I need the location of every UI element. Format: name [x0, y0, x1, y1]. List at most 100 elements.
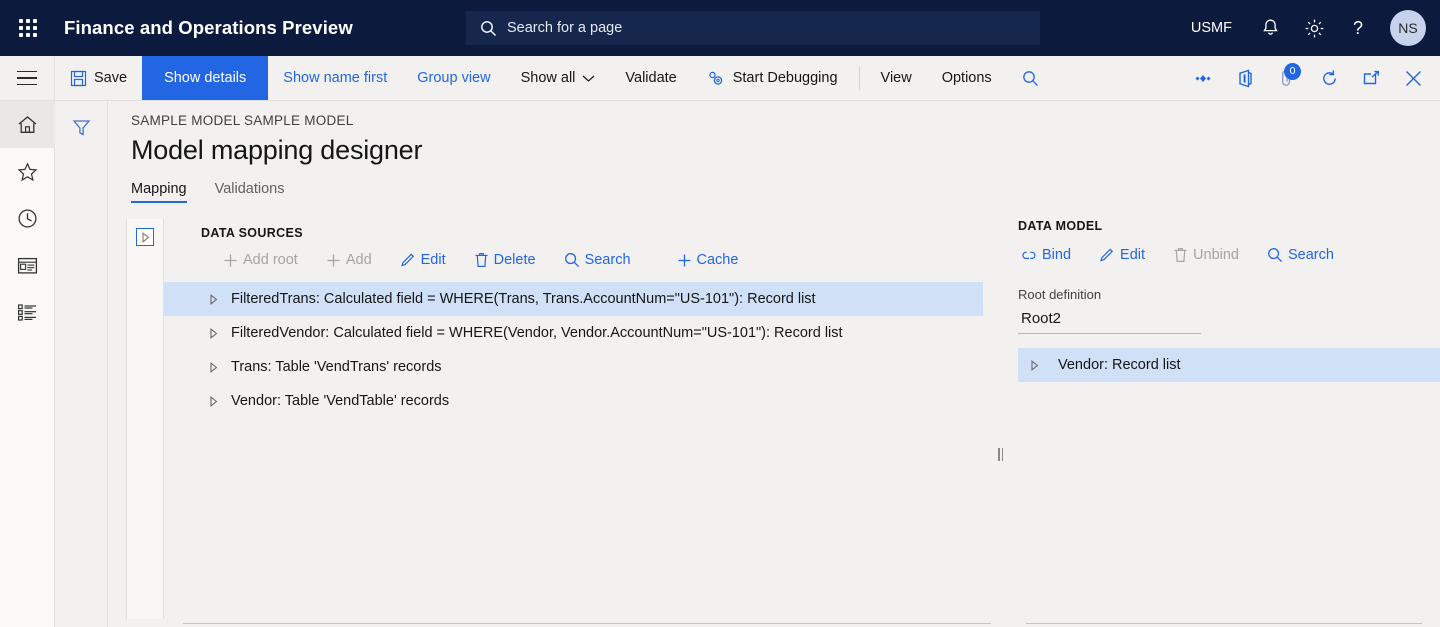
chevron-down-icon [582, 74, 595, 83]
root-definition-label: Root definition [1018, 287, 1102, 302]
plus-icon [223, 253, 238, 268]
options-menu-button[interactable]: Options [927, 56, 1007, 100]
help-question-icon[interactable]: ? [1336, 0, 1380, 56]
breadcrumb: SAMPLE MODEL SAMPLE MODEL [131, 113, 354, 128]
data-sources-toolbar: Add root Add Edit Delete Search Cache [164, 240, 983, 281]
show-name-first-button[interactable]: Show name first [268, 56, 402, 100]
search-icon [480, 20, 497, 37]
page-title: Model mapping designer [131, 135, 423, 165]
delete-button[interactable]: Delete [460, 250, 550, 270]
navigation-rail [0, 101, 55, 627]
data-model-node-label: Vendor: Record list [1058, 357, 1181, 373]
sidebar-item-home[interactable] [0, 101, 55, 148]
edit-button[interactable]: Edit [1085, 245, 1159, 265]
close-icon[interactable] [1392, 56, 1434, 101]
hamburger-menu-icon[interactable] [0, 56, 55, 100]
search-button[interactable]: Search [550, 250, 645, 270]
command-search-button[interactable] [1007, 56, 1054, 100]
page-tabs: Mapping Validations [131, 181, 1440, 203]
start-debugging-button[interactable]: Start Debugging [692, 56, 853, 100]
office-app-icon[interactable] [1224, 56, 1266, 101]
tab-validations[interactable]: Validations [215, 181, 285, 203]
show-details-button[interactable]: Show details [142, 56, 269, 100]
sidebar-item-favorites[interactable] [0, 148, 55, 195]
edit-label: Edit [420, 252, 446, 268]
pencil-icon [400, 252, 416, 268]
table-row[interactable]: FilteredTrans: Calculated field = WHERE(… [164, 282, 983, 316]
attachments-paperclip-icon[interactable]: 0 [1266, 56, 1308, 101]
sidebar-item-workspaces[interactable] [0, 242, 55, 289]
search-label: Search [584, 252, 631, 268]
add-button[interactable]: Add [312, 250, 386, 270]
unbind-button[interactable]: Unbind [1159, 245, 1253, 265]
save-button[interactable]: Save [55, 56, 142, 100]
popout-window-icon[interactable] [1350, 56, 1392, 101]
app-launcher-icon[interactable] [0, 0, 56, 56]
global-search[interactable] [466, 11, 1040, 45]
data-sources-panel: DATA SOURCES Add root Add Edit Delete Se… [126, 219, 983, 619]
data-model-panel: DATA MODEL Bind Edit Unbind Search Root … [1018, 219, 1440, 619]
data-source-label: Trans: Table 'VendTrans' records [231, 359, 442, 375]
edit-button[interactable]: Edit [386, 250, 460, 270]
group-view-button[interactable]: Group view [402, 56, 505, 100]
notifications-bell-icon[interactable] [1248, 0, 1292, 56]
data-sources-main: DATA SOURCES Add root Add Edit Delete Se… [164, 219, 983, 619]
expand-triangle-icon[interactable] [209, 293, 231, 305]
bind-link-icon [1020, 248, 1037, 263]
trash-icon [1173, 247, 1188, 263]
data-sources-collapse-column [127, 219, 164, 619]
trash-icon [474, 252, 489, 268]
sidebar-item-recent[interactable] [0, 195, 55, 242]
expand-triangle-icon[interactable] [1030, 359, 1058, 371]
settings-gear-icon[interactable] [1292, 0, 1336, 56]
edit-label: Edit [1120, 247, 1146, 263]
expand-triangle-icon[interactable] [209, 361, 231, 373]
main-content: SAMPLE MODEL SAMPLE MODEL Model mapping … [108, 101, 1440, 627]
table-row[interactable]: Trans: Table 'VendTrans' records [164, 350, 983, 384]
root-definition-input[interactable] [1018, 306, 1201, 334]
panel-splitter-grip[interactable] [998, 447, 1003, 461]
data-source-label: FilteredTrans: Calculated field = WHERE(… [231, 291, 816, 307]
command-separator [858, 66, 860, 90]
validate-button[interactable]: Validate [610, 56, 691, 100]
add-root-button[interactable]: Add root [209, 250, 312, 270]
expand-triangle-icon[interactable] [136, 228, 154, 246]
search-input[interactable] [507, 20, 1011, 36]
expand-triangle-icon[interactable] [209, 327, 231, 339]
filter-pane [55, 101, 108, 627]
data-source-label: Vendor: Table 'VendTable' records [231, 393, 450, 409]
bind-label: Bind [1042, 247, 1072, 263]
panel-bottom-divider [183, 623, 991, 624]
svg-text:?: ? [1353, 18, 1363, 38]
table-row[interactable]: Vendor: Table 'VendTable' records [164, 384, 983, 418]
refresh-icon[interactable] [1308, 56, 1350, 101]
expand-triangle-icon[interactable] [209, 395, 231, 407]
show-all-dropdown[interactable]: Show all [506, 56, 611, 100]
cache-button[interactable]: Cache [663, 250, 753, 270]
table-row[interactable]: FilteredVendor: Calculated field = WHERE… [164, 316, 983, 350]
debug-gears-icon [707, 70, 726, 87]
search-icon [564, 252, 580, 268]
designer-panels: DATA SOURCES Add root Add Edit Delete Se… [108, 219, 1440, 619]
unbind-label: Unbind [1193, 247, 1239, 263]
cache-label: Cache [696, 252, 739, 268]
search-icon [1022, 70, 1039, 87]
add-root-label: Add root [243, 252, 298, 268]
list-item[interactable]: Vendor: Record list [1018, 348, 1440, 382]
sidebar-item-modules[interactable] [0, 289, 55, 336]
avatar[interactable]: NS [1390, 10, 1426, 46]
tab-mapping[interactable]: Mapping [131, 181, 187, 203]
top-right-controls: USMF ? NS [1175, 0, 1440, 56]
filter-funnel-icon[interactable] [64, 112, 98, 142]
search-icon [1267, 247, 1283, 263]
personalize-diamond-icon[interactable] [1182, 56, 1224, 101]
panel-splitter[interactable] [983, 219, 1018, 619]
panel-bottom-divider [1026, 623, 1422, 624]
view-menu-button[interactable]: View [866, 56, 927, 100]
search-button[interactable]: Search [1253, 245, 1348, 265]
pencil-icon [1099, 247, 1115, 263]
start-debugging-label: Start Debugging [732, 70, 838, 86]
company-selector[interactable]: USMF [1175, 20, 1248, 36]
show-all-label: Show all [520, 70, 576, 86]
bind-button[interactable]: Bind [1006, 245, 1085, 265]
